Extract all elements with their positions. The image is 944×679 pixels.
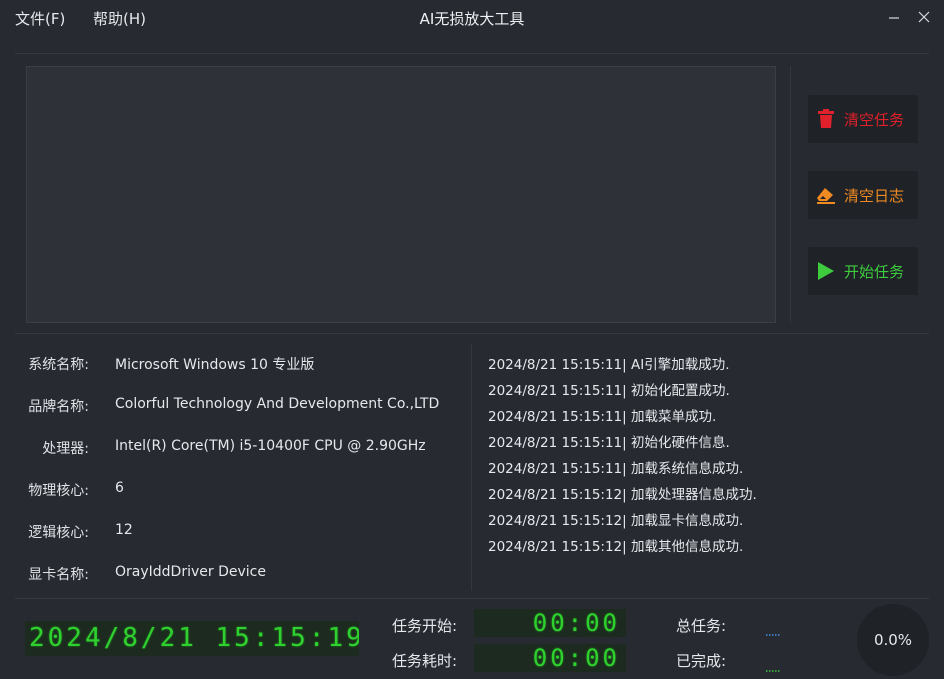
total-tasks-label: 总任务: bbox=[676, 617, 727, 635]
clear-log-button[interactable]: 清空日志 bbox=[808, 171, 918, 219]
gpu-name-value: OrayIddDriver Device bbox=[115, 564, 266, 580]
task-start-label: 任务开始: bbox=[392, 617, 458, 635]
minimize-icon[interactable] bbox=[886, 9, 902, 25]
divider bbox=[790, 66, 791, 323]
clear-log-label: 清空日志 bbox=[844, 187, 905, 205]
divider bbox=[15, 333, 929, 334]
physical-cores-label: 物理核心: bbox=[28, 483, 89, 499]
log-line: 2024/8/21 15:15:11| 初始化硬件信息. bbox=[488, 435, 730, 451]
task-start-display: 00:00 bbox=[474, 609, 626, 637]
log-line: 2024/8/21 15:15:11| 初始化配置成功. bbox=[488, 383, 730, 399]
brand-name-label: 品牌名称: bbox=[28, 399, 89, 415]
processor-label: 处理器: bbox=[42, 441, 89, 457]
window-title: AI无损放大工具 bbox=[419, 10, 525, 28]
clear-tasks-label: 清空任务 bbox=[844, 111, 905, 129]
log-line: 2024/8/21 15:15:11| 加载菜单成功. bbox=[488, 409, 717, 425]
system-name-label: 系统名称: bbox=[28, 357, 89, 373]
divider bbox=[15, 598, 929, 599]
logical-cores-label: 逻辑核心: bbox=[28, 525, 89, 541]
start-task-label: 开始任务 bbox=[844, 263, 905, 281]
system-name-value: Microsoft Windows 10 专业版 bbox=[115, 357, 315, 373]
clear-tasks-button[interactable]: 清空任务 bbox=[808, 95, 918, 143]
title-bar: 文件(F) 帮助(H) AI无损放大工具 bbox=[0, 0, 944, 36]
completed-label: 已完成: bbox=[676, 652, 727, 670]
log-line: 2024/8/21 15:15:12| 加载显卡信息成功. bbox=[488, 513, 744, 529]
task-elapsed-label: 任务耗时: bbox=[392, 652, 458, 670]
log-line: 2024/8/21 15:15:11| 加载系统信息成功. bbox=[488, 461, 744, 477]
completed-value bbox=[766, 657, 780, 672]
physical-cores-value: 6 bbox=[115, 480, 124, 496]
image-preview-area[interactable] bbox=[26, 66, 776, 323]
log-line: 2024/8/21 15:15:12| 加载处理器信息成功. bbox=[488, 487, 757, 503]
log-line: 2024/8/21 15:15:12| 加载其他信息成功. bbox=[488, 539, 744, 555]
divider bbox=[15, 53, 929, 54]
gpu-name-label: 显卡名称: bbox=[28, 567, 89, 583]
brand-name-value: Colorful Technology And Development Co.,… bbox=[115, 396, 440, 412]
play-icon bbox=[816, 260, 836, 282]
divider bbox=[471, 344, 472, 591]
logical-cores-value: 12 bbox=[115, 522, 133, 538]
processor-value: Intel(R) Core(TM) i5-10400F CPU @ 2.90GH… bbox=[115, 438, 426, 454]
log-line: 2024/8/21 15:15:11| AI引擎加载成功. bbox=[488, 357, 730, 373]
clock-display: 2024/8/21 15:15:19 bbox=[25, 621, 359, 656]
progress-value: 0.0% bbox=[873, 631, 913, 649]
trash-icon bbox=[816, 108, 836, 130]
total-tasks-value bbox=[766, 621, 780, 636]
start-task-button[interactable]: 开始任务 bbox=[808, 247, 918, 295]
close-icon[interactable] bbox=[916, 9, 932, 25]
eraser-icon bbox=[816, 184, 836, 206]
task-elapsed-display: 00:00 bbox=[474, 644, 626, 672]
progress-indicator: 0.0% bbox=[857, 604, 929, 676]
